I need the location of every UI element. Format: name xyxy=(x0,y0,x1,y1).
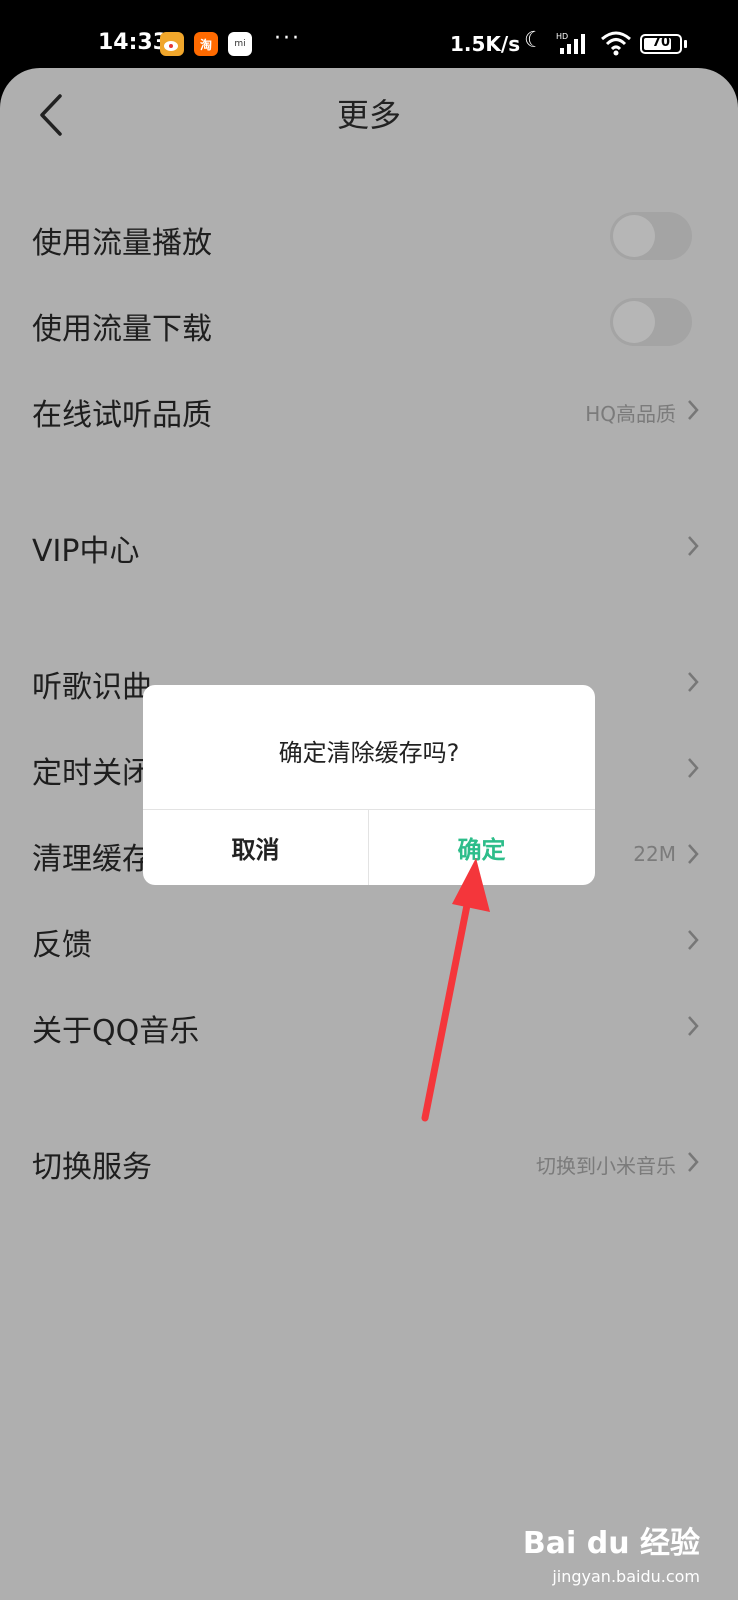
setting-about-label: 关于QQ音乐 xyxy=(32,1014,200,1049)
battery-level: 70 xyxy=(651,35,671,50)
taobao-icon: 淘 xyxy=(194,32,218,56)
setting-quality[interactable]: 在线试听品质 HQ高品质 xyxy=(0,384,738,444)
chevron-right-icon xyxy=(688,400,699,420)
setting-switch-service-value: 切换到小米音乐 xyxy=(536,1154,676,1178)
setting-switch-service[interactable]: 切换服务 切换到小米音乐 xyxy=(0,1136,738,1196)
toggle-knob xyxy=(613,215,655,257)
setting-song-recognition-label: 听歌识曲 xyxy=(32,670,152,705)
setting-quality-value: HQ高品质 xyxy=(585,402,676,426)
network-speed: 1.5K/s xyxy=(450,32,521,56)
do-not-disturb-icon: ☾ xyxy=(524,28,544,53)
setting-feedback[interactable]: 反馈 xyxy=(0,914,738,974)
confirm-button[interactable]: 确定 xyxy=(369,810,594,885)
clear-cache-dialog: 确定清除缓存吗? 取消 确定 xyxy=(143,685,595,885)
cancel-button[interactable]: 取消 xyxy=(143,810,368,885)
setting-vip[interactable]: VIP中心 xyxy=(0,520,738,580)
cache-size-value: 22M xyxy=(633,842,676,866)
weibo-icon xyxy=(160,32,184,56)
setting-feedback-label: 反馈 xyxy=(32,928,92,963)
setting-mobile-play[interactable]: 使用流量播放 xyxy=(0,212,738,272)
battery-tip xyxy=(684,40,687,48)
setting-clear-cache-label: 清理缓存 xyxy=(32,842,152,877)
chevron-right-icon xyxy=(688,1016,699,1036)
chevron-right-icon xyxy=(688,758,699,778)
signal-icon: HD xyxy=(556,32,585,54)
chevron-right-icon xyxy=(688,844,699,864)
watermark-brand: Bai du 经验 xyxy=(522,1526,700,1561)
battery-icon: 70 xyxy=(640,34,682,54)
setting-mobile-play-label: 使用流量播放 xyxy=(32,226,212,261)
more-notifications-icon: ··· xyxy=(274,26,301,51)
chevron-right-icon xyxy=(688,1152,699,1172)
setting-about[interactable]: 关于QQ音乐 xyxy=(0,1000,738,1060)
watermark-url: jingyan.baidu.com xyxy=(552,1567,700,1586)
setting-vip-label: VIP中心 xyxy=(32,534,140,569)
chevron-right-icon xyxy=(688,930,699,950)
settings-screen: 更多 使用流量播放 使用流量下载 在线试听品质 HQ高品质 VIP中心 听歌识曲… xyxy=(0,68,738,1600)
setting-mobile-download[interactable]: 使用流量下载 xyxy=(0,298,738,358)
wifi-icon xyxy=(601,31,631,56)
status-time: 14:33 xyxy=(98,30,169,55)
mobile-download-toggle[interactable] xyxy=(610,298,692,346)
dialog-message: 确定清除缓存吗? xyxy=(278,739,460,767)
setting-timer-label: 定时关闭 xyxy=(32,756,152,791)
mi-icon: mi xyxy=(228,32,252,56)
setting-quality-label: 在线试听品质 xyxy=(32,398,212,433)
chevron-right-icon xyxy=(688,536,699,556)
setting-switch-service-label: 切换服务 xyxy=(32,1150,152,1185)
chevron-right-icon xyxy=(688,672,699,692)
page-title: 更多 xyxy=(336,96,401,134)
setting-mobile-download-label: 使用流量下载 xyxy=(32,312,212,347)
toggle-knob xyxy=(613,301,655,343)
svg-text:HD: HD xyxy=(556,32,568,41)
mobile-play-toggle[interactable] xyxy=(610,212,692,260)
